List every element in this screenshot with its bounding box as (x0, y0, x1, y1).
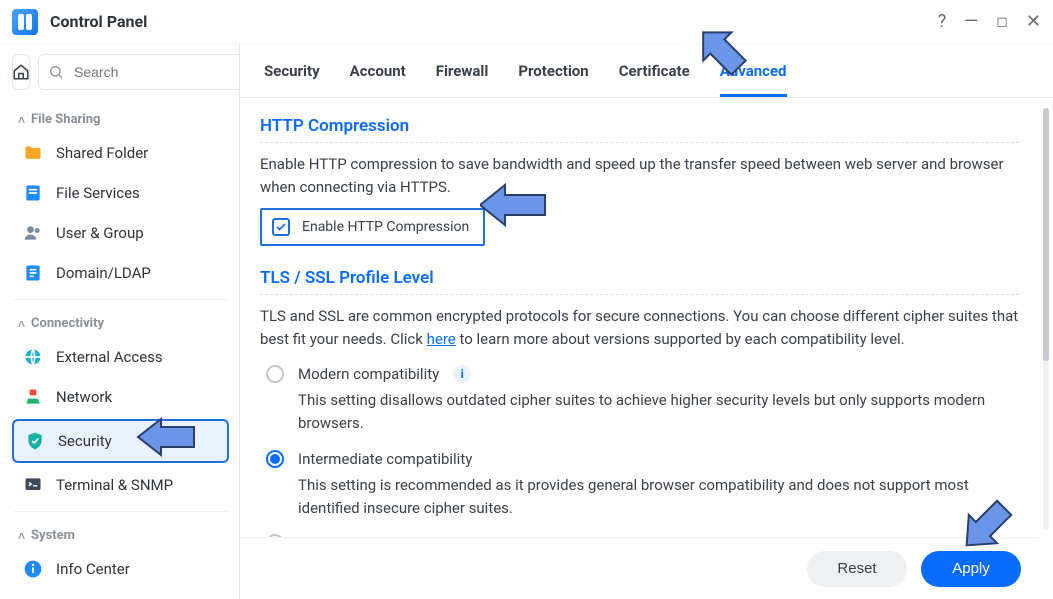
http-compression-desc: Enable HTTP compression to save bandwidt… (260, 153, 1019, 200)
user-group-icon (22, 223, 44, 243)
enable-http-compression-checkbox[interactable]: Enable HTTP Compression (260, 208, 485, 246)
main-panel: Security Account Firewall Protection Cer… (240, 44, 1053, 599)
tab-protection[interactable]: Protection (518, 62, 588, 97)
sidebar-item-domain-ldap[interactable]: Domain/LDAP (12, 253, 229, 293)
radio-icon (266, 365, 284, 383)
network-icon (22, 387, 44, 407)
tls-learn-more-link[interactable]: here (427, 330, 456, 348)
group-label: System (31, 528, 75, 543)
content-area: HTTP Compression Enable HTTP compression… (240, 98, 1039, 599)
sidebar-item-label: Network (56, 388, 112, 406)
checkbox-icon (272, 218, 290, 236)
app-icon (12, 9, 38, 35)
radio-label: Intermediate compatibility (298, 450, 472, 468)
section-title-http-compression: HTTP Compression (260, 116, 1019, 136)
sidebar-item-label: Shared Folder (56, 144, 148, 162)
maximize-icon[interactable]: ◻ (996, 15, 1008, 29)
tab-account[interactable]: Account (350, 62, 406, 97)
tab-security[interactable]: Security (264, 62, 320, 97)
sidebar-item-label: User & Group (56, 224, 144, 242)
home-icon (12, 63, 30, 81)
radio-label: Modern compatibility (298, 365, 439, 383)
sidebar-item-label: Security (58, 432, 112, 450)
reset-button[interactable]: Reset (807, 551, 907, 587)
group-file-sharing[interactable]: ˄ File Sharing (12, 102, 229, 133)
sidebar-item-label: Terminal & SNMP (56, 476, 173, 494)
sidebar-item-info-center[interactable]: Info Center (12, 549, 229, 589)
section-title-tls: TLS / SSL Profile Level (260, 268, 1019, 288)
domain-ldap-icon (22, 263, 44, 283)
footer-bar: Reset Apply (240, 537, 1039, 599)
window-title: Control Panel (50, 12, 147, 31)
group-label: Connectivity (31, 316, 104, 331)
radio-modern-compatibility[interactable]: Modern compatibility i (266, 365, 1019, 383)
group-connectivity[interactable]: ˄ Connectivity (12, 306, 229, 337)
search-icon (48, 64, 64, 80)
sidebar-item-label: External Access (56, 348, 163, 366)
chevron-up-icon: ˄ (18, 317, 25, 331)
radio-intermediate-compatibility[interactable]: Intermediate compatibility (266, 450, 1019, 468)
radio-icon (266, 450, 284, 468)
info-icon (22, 559, 44, 579)
chevron-up-icon: ˄ (18, 529, 25, 543)
shield-icon (24, 431, 46, 451)
sidebar-item-network[interactable]: Network (12, 377, 229, 417)
scrollbar-thumb[interactable] (1043, 108, 1049, 361)
tab-bar: Security Account Firewall Protection Cer… (240, 44, 1053, 98)
modern-desc: This setting disallows outdated cipher s… (298, 389, 1019, 436)
apply-button[interactable]: Apply (921, 551, 1021, 587)
sidebar-item-label: Info Center (56, 560, 130, 578)
tls-desc: TLS and SSL are common encrypted protoco… (260, 305, 1019, 352)
sidebar-item-terminal-snmp[interactable]: Terminal & SNMP (12, 465, 229, 505)
info-icon[interactable]: i (453, 365, 471, 383)
folder-icon (22, 143, 44, 163)
chevron-up-icon: ˄ (18, 113, 25, 127)
search-input[interactable] (72, 63, 240, 81)
group-label: File Sharing (31, 112, 100, 127)
tab-advanced[interactable]: Advanced (720, 62, 787, 97)
close-icon[interactable]: ✕ (1026, 13, 1041, 31)
sidebar: ˄ File Sharing Shared Folder File Servic… (0, 44, 240, 599)
home-button[interactable] (12, 54, 30, 90)
minimize-icon[interactable]: — (964, 13, 978, 31)
terminal-icon (22, 475, 44, 495)
globe-icon (22, 347, 44, 367)
titlebar: Control Panel ? — ◻ ✕ (0, 0, 1053, 44)
scrollbar[interactable] (1043, 108, 1049, 529)
group-system[interactable]: ˄ System (12, 518, 229, 549)
sidebar-item-label: Domain/LDAP (56, 264, 151, 282)
sidebar-item-security[interactable]: Security (12, 419, 229, 463)
search-field[interactable] (38, 54, 240, 90)
file-services-icon (22, 183, 44, 203)
sidebar-item-external-access[interactable]: External Access (12, 337, 229, 377)
tab-certificate[interactable]: Certificate (619, 62, 690, 97)
sidebar-item-label: File Services (56, 184, 140, 202)
help-icon[interactable]: ? (938, 13, 947, 31)
sidebar-item-shared-folder[interactable]: Shared Folder (12, 133, 229, 173)
tab-firewall[interactable]: Firewall (436, 62, 489, 97)
sidebar-item-file-services[interactable]: File Services (12, 173, 229, 213)
checkbox-label: Enable HTTP Compression (302, 219, 469, 235)
intermediate-desc: This setting is recommended as it provid… (298, 474, 1019, 521)
sidebar-item-user-group[interactable]: User & Group (12, 213, 229, 253)
